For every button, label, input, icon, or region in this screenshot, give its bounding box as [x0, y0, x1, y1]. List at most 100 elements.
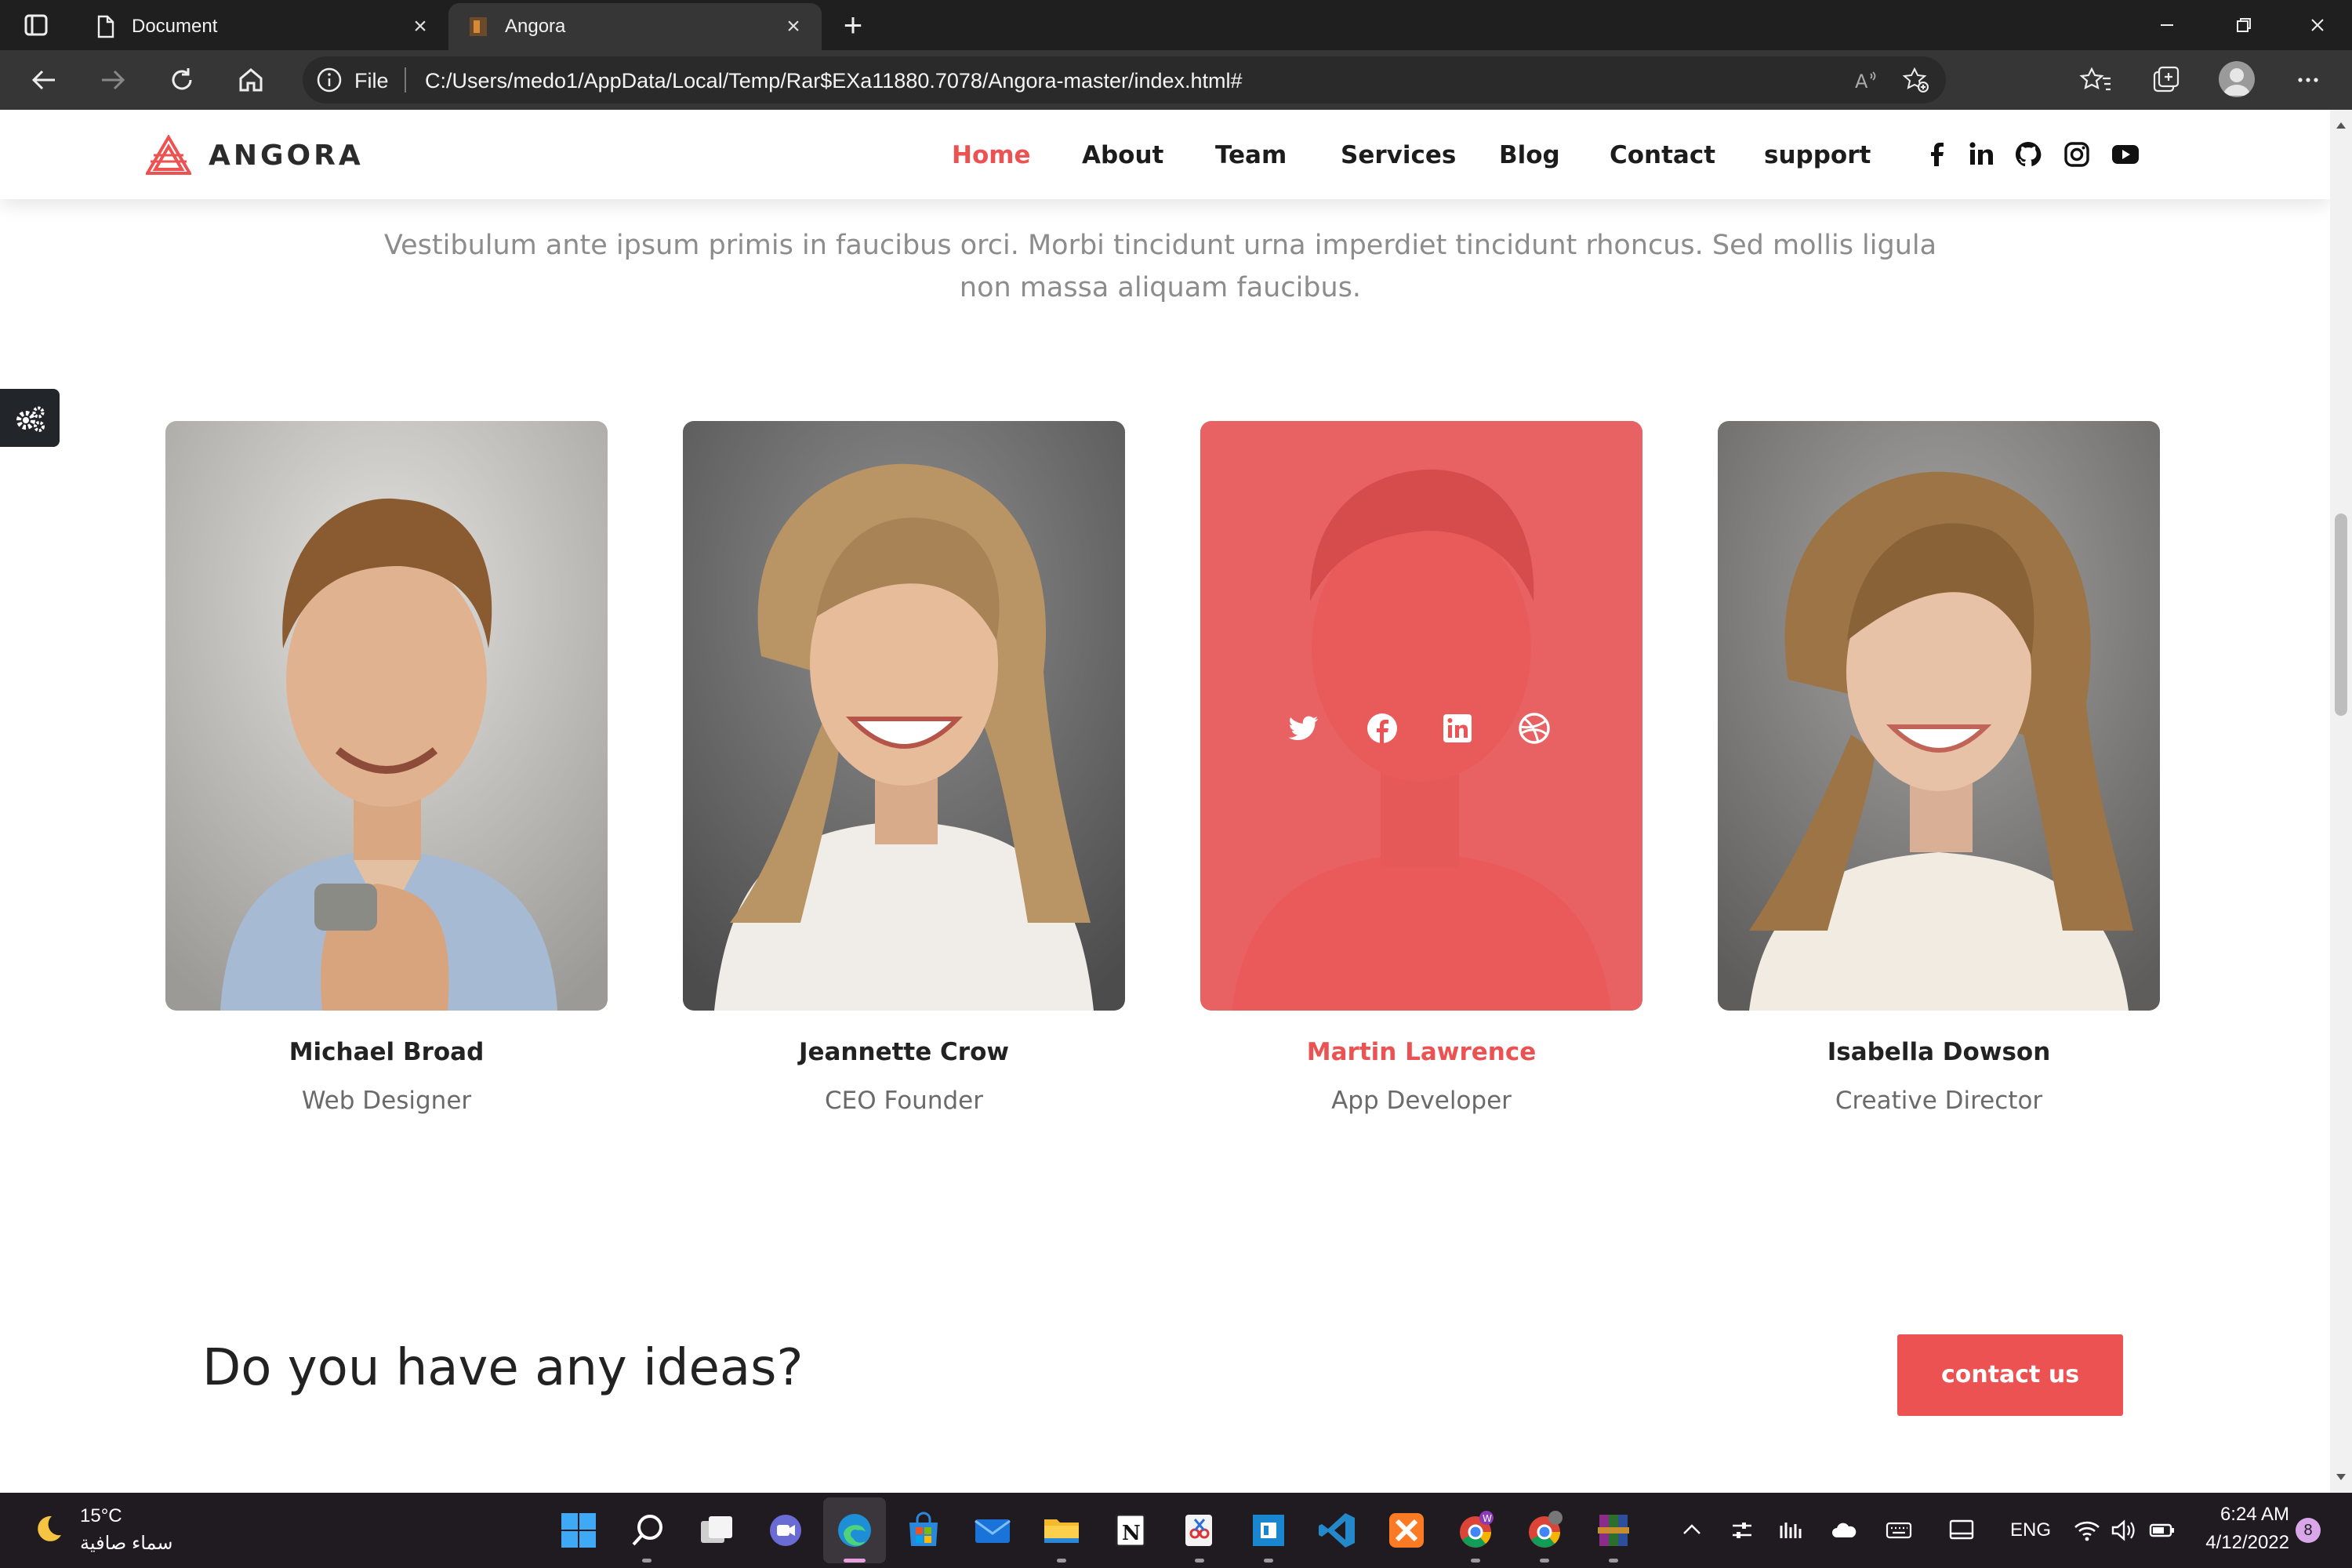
scroll-thumb[interactable]: [2335, 514, 2347, 716]
menu-services[interactable]: Services: [1341, 141, 1456, 169]
search-icon[interactable]: [627, 1510, 668, 1551]
member-name[interactable]: Isabella Dowson: [1718, 1038, 2160, 1066]
app-indicator: [642, 1559, 652, 1563]
chrome-profile-icon[interactable]: W: [1455, 1510, 1496, 1551]
clock-date[interactable]: 4/12/2022: [2195, 1532, 2289, 1554]
edge-browser-icon[interactable]: [834, 1510, 875, 1551]
close-tab-icon[interactable]: ×: [779, 13, 808, 41]
app-indicator: [1609, 1559, 1618, 1563]
equalizer-icon[interactable]: [1777, 1516, 1805, 1544]
display-icon[interactable]: [1947, 1516, 1976, 1544]
instagram-icon[interactable]: [2062, 140, 2092, 169]
task-view-icon[interactable]: [696, 1510, 737, 1551]
snipping-tool-icon[interactable]: [1179, 1510, 1220, 1551]
address-bar[interactable]: File C:/Users/medo1/AppData/Local/Temp/R…: [303, 56, 1946, 103]
site-header: ANGORA Home About Team Services Blog Con…: [0, 110, 2330, 199]
vscode-icon[interactable]: [1317, 1510, 1358, 1551]
menu-team[interactable]: Team: [1215, 141, 1287, 169]
angora-logo-icon[interactable]: [144, 134, 193, 176]
youtube-icon[interactable]: [2111, 140, 2140, 169]
menu-blog[interactable]: Blog: [1499, 141, 1560, 169]
close-tab-icon[interactable]: ×: [406, 13, 434, 41]
linkedin-icon[interactable]: [1440, 711, 1475, 746]
keyboard-icon[interactable]: [1885, 1516, 1913, 1544]
back-arrow-icon[interactable]: [25, 61, 63, 99]
close-window-button[interactable]: [2300, 8, 2335, 42]
weather-temperature: 15°C: [80, 1505, 122, 1526]
collections-icon[interactable]: [2148, 63, 2183, 97]
page-viewport: ANGORA Home About Team Services Blog Con…: [0, 110, 2330, 1493]
clock-time[interactable]: 6:24 AM: [2211, 1504, 2289, 1526]
browser-toolbar: File C:/Users/medo1/AppData/Local/Temp/R…: [0, 50, 2352, 110]
member-name[interactable]: Martin Lawrence: [1200, 1038, 1642, 1066]
facebook-icon[interactable]: [1922, 140, 1952, 169]
site-logo-text[interactable]: ANGORA: [209, 140, 364, 172]
sliders-icon[interactable]: [1728, 1516, 1756, 1544]
teams-chat-icon[interactable]: [765, 1510, 806, 1551]
refresh-icon[interactable]: [163, 61, 201, 99]
member-name[interactable]: Jeannette Crow: [683, 1038, 1125, 1066]
winrar-icon[interactable]: [1593, 1510, 1634, 1551]
member-photo[interactable]: [1718, 421, 2160, 1011]
file-explorer-icon[interactable]: [1041, 1510, 1082, 1551]
start-icon[interactable]: [558, 1510, 599, 1551]
twitter-icon[interactable]: [1287, 711, 1321, 746]
member-photo[interactable]: [1200, 421, 1642, 1011]
remote-desktop-icon[interactable]: [1248, 1510, 1289, 1551]
svg-text:W: W: [1483, 1513, 1492, 1524]
settings-toggle[interactable]: [0, 389, 60, 447]
favorites-icon[interactable]: [2079, 63, 2114, 97]
menu-home[interactable]: Home: [952, 141, 1031, 169]
restore-button[interactable]: [2227, 8, 2261, 42]
battery-icon[interactable]: [2148, 1516, 2176, 1544]
facebook-icon[interactable]: [1365, 711, 1399, 746]
dribbble-icon[interactable]: [1517, 711, 1552, 746]
menu-contact[interactable]: Contact: [1610, 141, 1715, 169]
notification-badge[interactable]: 8: [2296, 1518, 2321, 1543]
page-scrollbar[interactable]: [2330, 110, 2352, 1493]
team-intro-text: Vestibulum ante ipsum primis in faucibus…: [383, 230, 1937, 303]
member-photo[interactable]: [683, 421, 1125, 1011]
wifi-icon[interactable]: [2073, 1516, 2101, 1544]
weather-condition: سماء صافية: [80, 1533, 173, 1554]
github-icon[interactable]: [2013, 140, 2043, 169]
forward-arrow-icon[interactable]: [94, 61, 132, 99]
member-role: Creative Director: [1835, 1087, 2043, 1115]
notion-icon[interactable]: N: [1110, 1510, 1151, 1551]
minimize-button[interactable]: [2150, 8, 2184, 42]
scroll-down-arrow-icon[interactable]: [2336, 1474, 2346, 1480]
onedrive-cloud-icon[interactable]: [1830, 1516, 1858, 1544]
menu-about[interactable]: About: [1082, 141, 1163, 169]
read-aloud-icon[interactable]: A: [1852, 66, 1880, 94]
chevron-up-icon[interactable]: [1678, 1516, 1706, 1544]
tab-angora[interactable]: Angora ×: [448, 3, 822, 50]
moon-weather-icon[interactable]: [31, 1512, 66, 1546]
contact-us-button[interactable]: contact us: [1897, 1334, 2123, 1416]
add-favorite-icon[interactable]: [1902, 66, 1930, 94]
tab-actions-icon[interactable]: [22, 11, 50, 39]
address-url[interactable]: C:/Users/medo1/AppData/Local/Temp/Rar$EX…: [425, 69, 1243, 93]
menu-support[interactable]: support: [1764, 141, 1871, 169]
profile-avatar[interactable]: [2219, 61, 2255, 97]
new-tab-button[interactable]: +: [836, 8, 870, 42]
microsoft-store-icon[interactable]: [903, 1510, 944, 1551]
tab-document[interactable]: Document ×: [75, 3, 448, 50]
home-icon[interactable]: [232, 61, 270, 99]
address-scheme-label: File: [354, 69, 389, 93]
info-icon[interactable]: [315, 66, 343, 94]
app-indicator: [1264, 1559, 1273, 1563]
input-language[interactable]: ENG: [2010, 1519, 2051, 1541]
page-icon: [93, 14, 118, 39]
tab-title: Document: [132, 16, 218, 37]
xampp-icon[interactable]: [1386, 1510, 1427, 1551]
scroll-up-arrow-icon[interactable]: [2336, 122, 2346, 129]
mail-icon[interactable]: [972, 1510, 1013, 1551]
more-options-icon[interactable]: [2291, 63, 2325, 97]
chrome-icon[interactable]: [1524, 1510, 1565, 1551]
member-photo[interactable]: [165, 421, 608, 1011]
member-role: CEO Founder: [825, 1087, 983, 1115]
member-role: Web Designer: [301, 1087, 472, 1115]
linkedin-icon[interactable]: [1966, 140, 1996, 169]
member-name[interactable]: Michael Broad: [165, 1038, 608, 1066]
volume-icon[interactable]: [2109, 1516, 2137, 1544]
